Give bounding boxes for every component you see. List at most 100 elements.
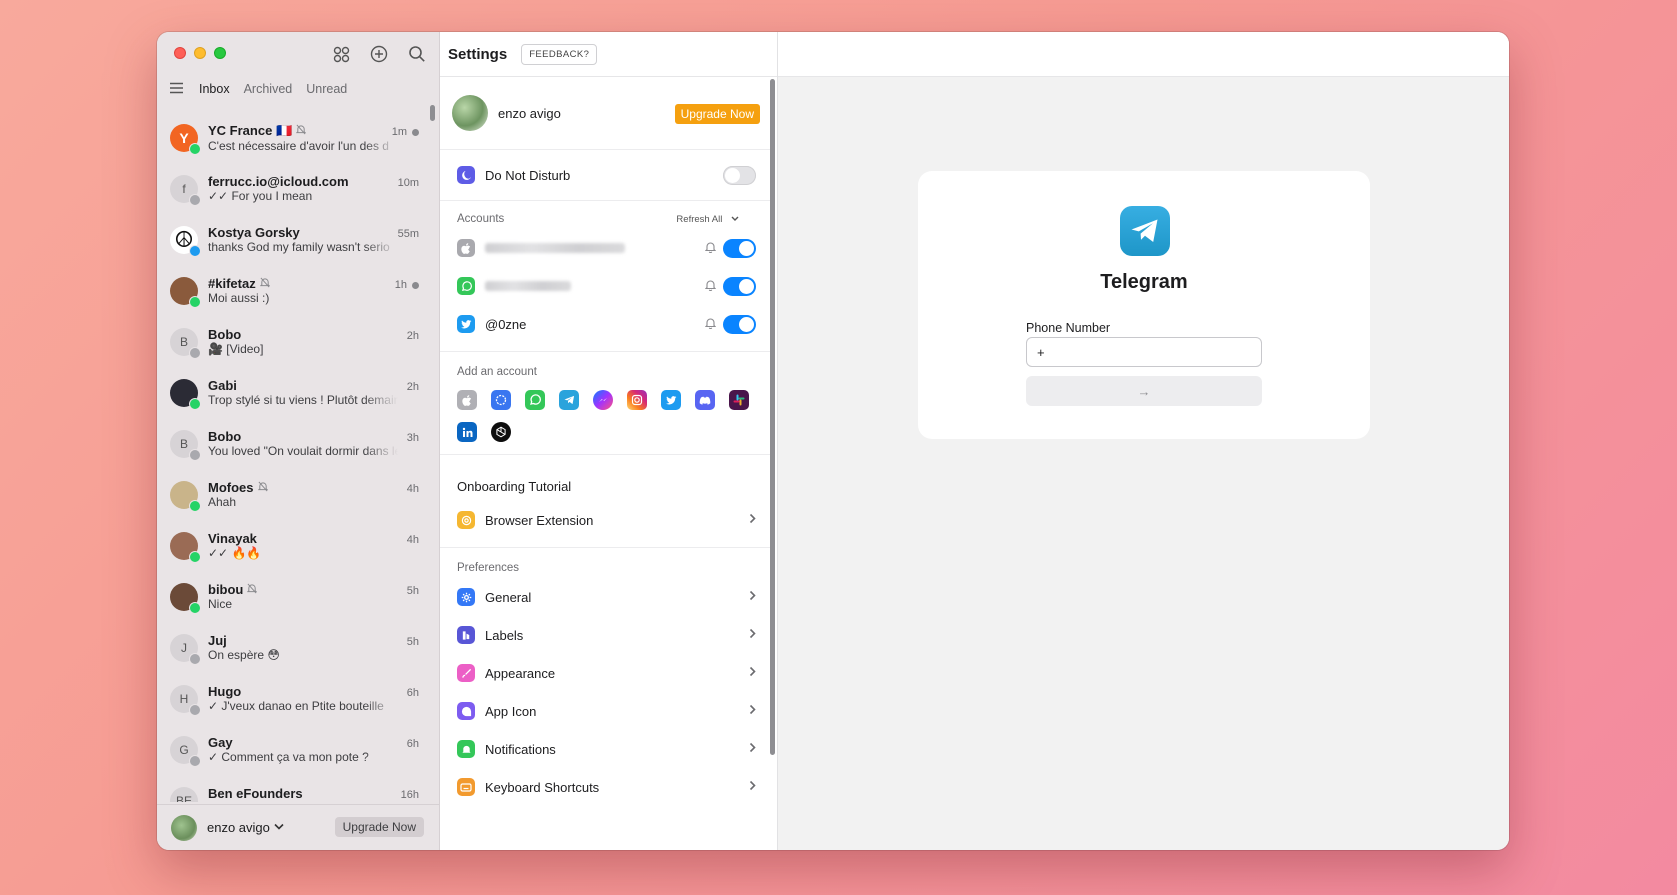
zoom-window-button[interactable]: [214, 47, 226, 59]
chevron-down-icon[interactable]: [274, 822, 284, 833]
close-window-button[interactable]: [174, 47, 186, 59]
messenger-service-icon[interactable]: [593, 390, 613, 410]
hamburger-menu-icon[interactable]: [169, 82, 185, 96]
settings-scrollbar[interactable]: [770, 79, 775, 755]
chat-list-item[interactable]: Mofoes Ahah 4h: [157, 469, 439, 520]
bell-icon[interactable]: [704, 241, 717, 256]
chat-list-item[interactable]: B Bobo 🎥 [Video] 2h: [157, 316, 439, 367]
preference-item-app-icon[interactable]: App Icon: [440, 692, 770, 730]
account-row-twitter[interactable]: @0zne: [440, 305, 770, 343]
openai-service-icon[interactable]: [491, 422, 511, 442]
keyboard-icon: [457, 778, 475, 796]
chat-list-item[interactable]: ☮ Kostya Gorsky thanks God my family wasn'…: [157, 214, 439, 265]
chat-preview: ✓ Je rentre le 10: [208, 801, 398, 802]
submit-phone-button[interactable]: →: [1026, 376, 1262, 406]
discord-service-icon[interactable]: [695, 390, 715, 410]
feedback-button[interactable]: FEEDBACK?: [521, 43, 598, 65]
chevron-right-icon: [749, 627, 756, 642]
account-toggle-whatsapp[interactable]: [723, 277, 756, 296]
account-toggle-twitter[interactable]: [723, 315, 756, 334]
dnd-section: Do Not Disturb: [440, 150, 770, 201]
network-badge-icon: [189, 244, 201, 257]
account-phone-blurred: [485, 281, 571, 291]
search-icon[interactable]: [407, 44, 427, 64]
chat-name: Hugo: [208, 684, 242, 699]
apps-grid-icon[interactable]: [331, 44, 351, 64]
preference-label: App Icon: [485, 703, 537, 719]
account-toggle-imessage[interactable]: [723, 239, 756, 258]
profile-row[interactable]: enzo avigo Upgrade Now: [440, 77, 770, 150]
accounts-label: Accounts: [457, 213, 505, 225]
chevron-right-icon: [749, 512, 756, 527]
tab-inbox[interactable]: Inbox: [199, 82, 230, 96]
chat-list-item[interactable]: H Hugo ✓ J'veux danao en Ptite bouteille 6h: [157, 673, 439, 724]
slack-service-icon[interactable]: [729, 390, 749, 410]
whatsapp-service-icon[interactable]: [525, 390, 545, 410]
account-twitter-handle: @0zne: [485, 316, 527, 332]
chat-list-scrollbar[interactable]: [430, 105, 435, 121]
tab-unread[interactable]: Unread: [306, 82, 347, 96]
chat-preview: Ahah: [208, 495, 237, 509]
preference-item-notifications[interactable]: Notifications: [440, 730, 770, 768]
phone-number-input[interactable]: [1026, 337, 1262, 367]
preferences-list: General Labels Appearance App Icon Notificat…: [440, 578, 770, 806]
muted-bell-icon: [247, 583, 258, 597]
linkedin-service-icon[interactable]: [457, 422, 477, 442]
chat-list-item[interactable]: Vinayak ✓✓ 🔥🔥 4h: [157, 520, 439, 571]
preference-item-general[interactable]: General: [440, 578, 770, 616]
chat-time: 2h: [406, 381, 419, 393]
chat-list-item[interactable]: B Bobo You loved "On voulait dormir dans l…: [157, 418, 439, 469]
unread-dot: [412, 128, 419, 136]
user-name[interactable]: enzo avigo: [207, 820, 270, 835]
user-avatar[interactable]: [171, 814, 197, 841]
profile-avatar: [452, 95, 488, 131]
add-account-label: Add an account: [457, 366, 537, 378]
avatar-initial: Y: [179, 129, 189, 146]
twitter-service-icon[interactable]: [661, 390, 681, 410]
chat-time: 16h: [400, 789, 419, 801]
chat-list-item[interactable]: Y YC France 🇫🇷 C'est nécessaire d'avoir l'…: [157, 112, 439, 163]
chat-time: 55m: [397, 228, 419, 240]
chevron-down-icon: [731, 216, 739, 221]
account-row-whatsapp[interactable]: [440, 267, 770, 305]
preference-label: General: [485, 589, 532, 605]
compose-plus-icon[interactable]: [369, 44, 389, 64]
whatsapp-icon: [457, 277, 475, 295]
inbox-tabs: Inbox Archived Unread: [169, 82, 347, 96]
avatar-initial: J: [181, 640, 187, 655]
onboarding-tutorial-row[interactable]: Onboarding Tutorial: [440, 471, 770, 501]
upgrade-now-button[interactable]: Upgrade Now: [674, 104, 760, 124]
sidebar-upgrade-button[interactable]: Upgrade Now: [334, 817, 424, 837]
minimize-window-button[interactable]: [194, 47, 206, 59]
chat-list-item[interactable]: #kifetaz Moi aussi :) 1h: [157, 265, 439, 316]
telegram-title: Telegram: [1100, 271, 1188, 293]
preference-item-appearance[interactable]: Appearance: [440, 654, 770, 692]
preference-item-keyboard-shortcuts[interactable]: Keyboard Shortcuts: [440, 768, 770, 806]
account-row-imessage[interactable]: [440, 229, 770, 267]
do-not-disturb-toggle[interactable]: [723, 166, 756, 185]
chat-avatar: [170, 531, 201, 563]
tab-archived[interactable]: Archived: [244, 82, 293, 96]
bell-icon[interactable]: [704, 317, 717, 332]
phone-number-label: Phone Number: [1026, 321, 1111, 335]
instagram-service-icon[interactable]: [627, 390, 647, 410]
chat-list-item[interactable]: J Juj On espère 😳 5h: [157, 622, 439, 673]
imessage-service-icon[interactable]: [457, 390, 477, 410]
network-badge-icon: [189, 550, 201, 563]
chat-list: Y YC France 🇫🇷 C'est nécessaire d'avoir l'…: [157, 112, 439, 802]
refresh-all-button[interactable]: Refresh All: [676, 214, 753, 225]
signal-service-icon[interactable]: [491, 390, 511, 410]
bell-icon[interactable]: [704, 279, 717, 294]
chat-avatar: [170, 378, 201, 410]
network-badge-icon: [189, 499, 201, 512]
chat-preview: ✓✓ 🔥🔥: [208, 546, 262, 560]
chat-list-item[interactable]: G Gay ✓ Comment ça va mon pote ? 6h: [157, 724, 439, 775]
chat-list-item[interactable]: Gabi Trop stylé si tu viens ! Plutôt dema…: [157, 367, 439, 418]
chat-list-item[interactable]: bibou Nice 5h: [157, 571, 439, 622]
chat-avatar: H: [170, 684, 201, 716]
telegram-service-icon[interactable]: [559, 390, 579, 410]
browser-extension-row[interactable]: Browser Extension: [440, 501, 770, 539]
chat-list-item[interactable]: BE Ben eFounders✓ Je rentre le 1016h: [157, 775, 439, 802]
chat-list-item[interactable]: f ferrucc.io@icloud.com ✓✓ For you I mean 1…: [157, 163, 439, 214]
preference-item-labels[interactable]: Labels: [440, 616, 770, 654]
